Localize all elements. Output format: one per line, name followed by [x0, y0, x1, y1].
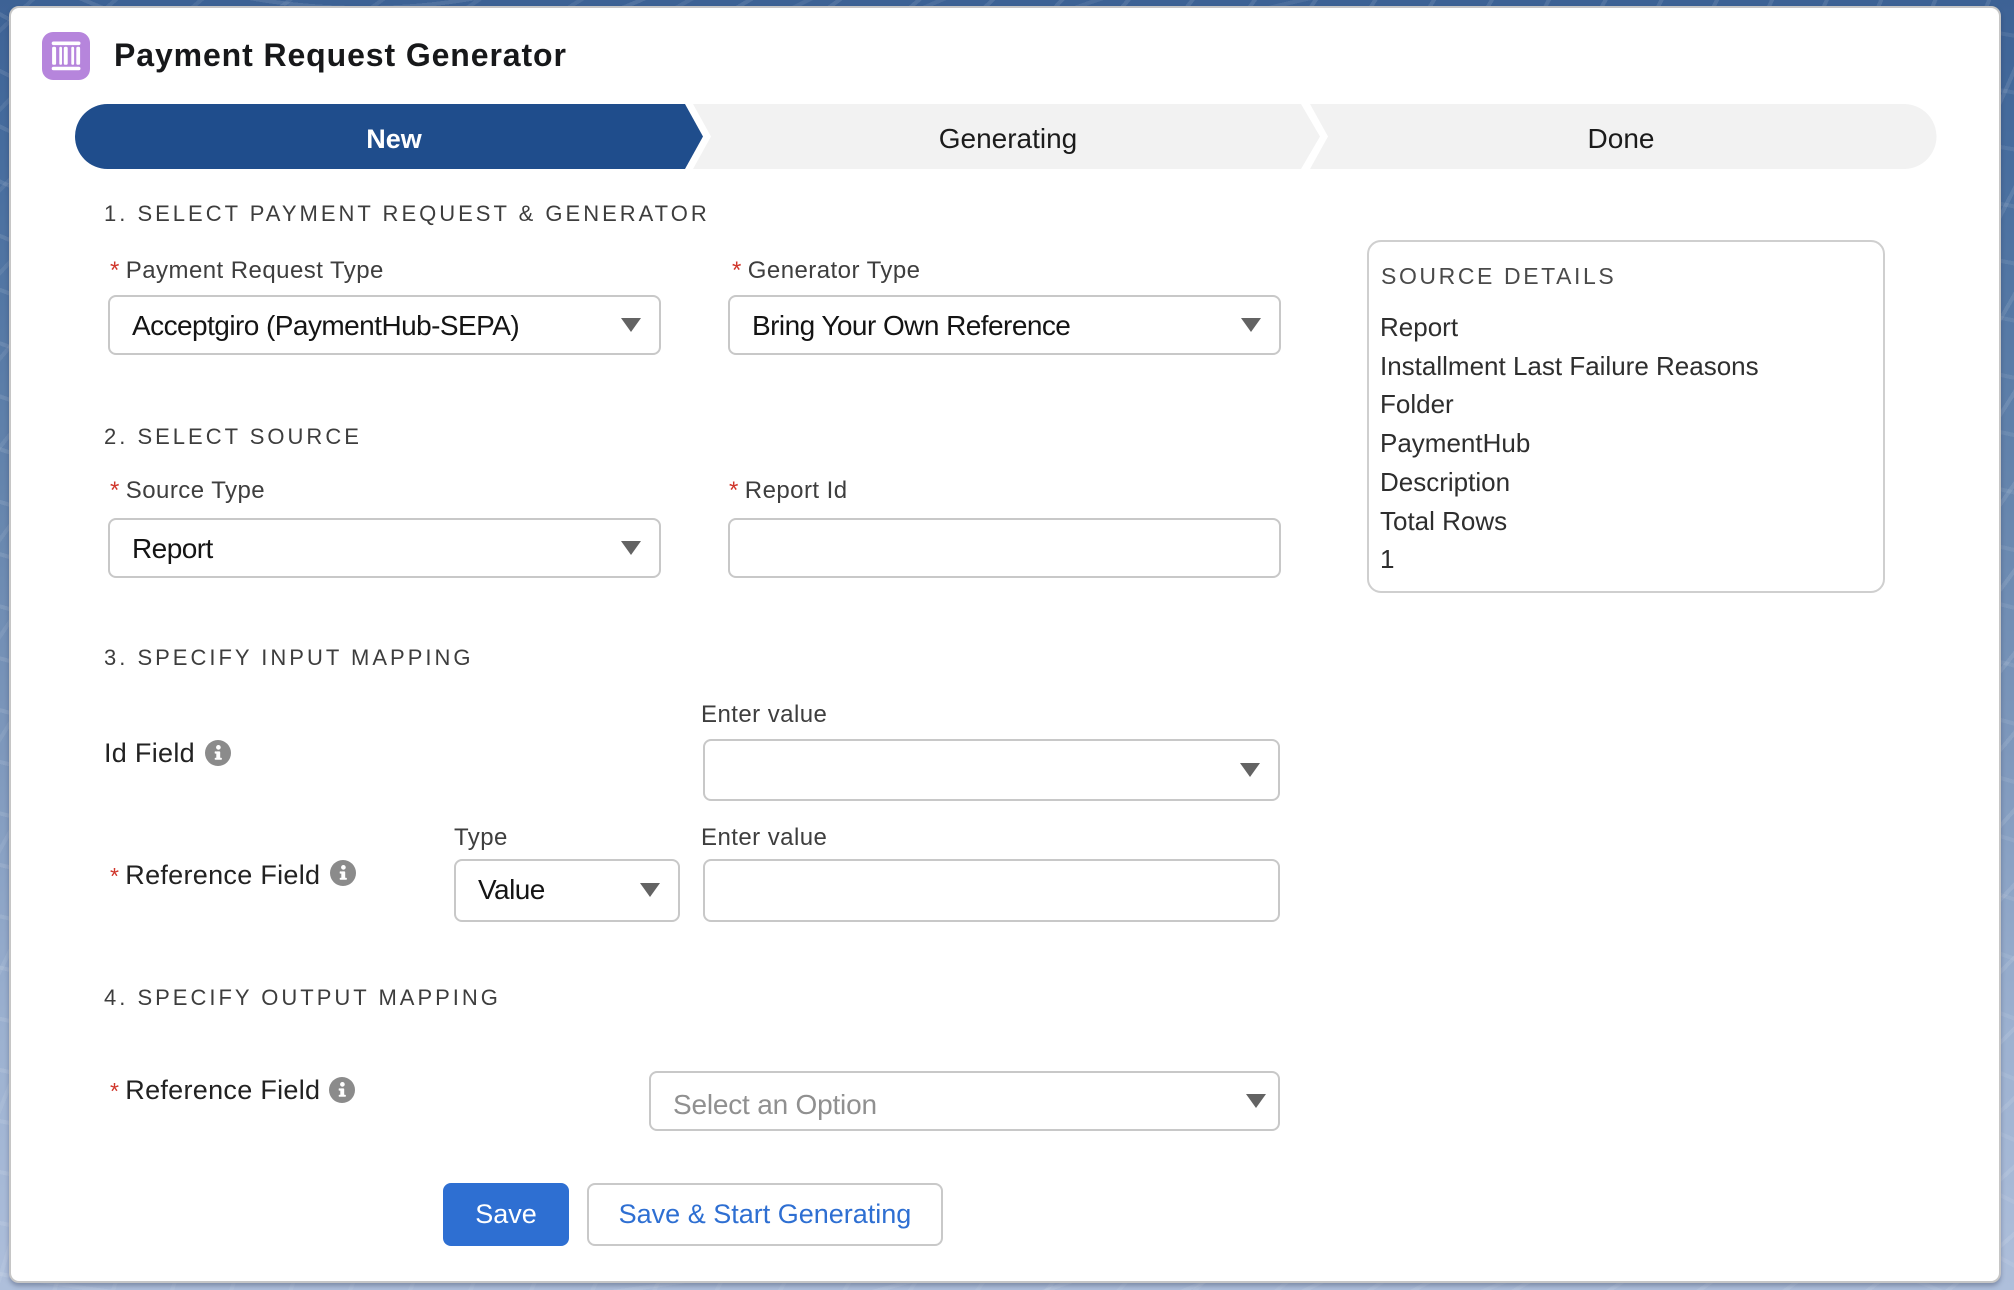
svg-text:Done: Done — [1588, 123, 1655, 154]
svg-text:Generating: Generating — [939, 123, 1078, 154]
svg-text:New: New — [366, 124, 423, 154]
